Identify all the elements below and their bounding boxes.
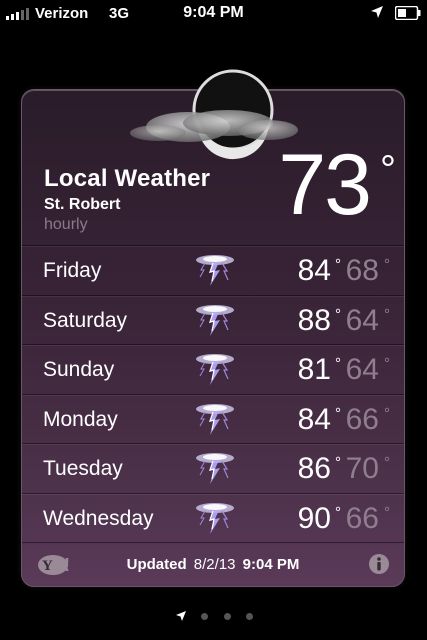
high-degree-symbol: ° xyxy=(335,503,341,521)
updated-label: Updated xyxy=(126,556,187,573)
forecast-low: 64 xyxy=(345,353,379,387)
page-dot xyxy=(246,613,253,620)
forecast-row: Saturday 88 ° 64 ° xyxy=(22,294,404,345)
forecast-mode: hourly xyxy=(44,216,88,233)
forecast-low: 68 xyxy=(345,254,379,287)
low-degree-symbol: ° xyxy=(384,305,390,323)
forecast-high: 90 xyxy=(297,501,331,535)
low-degree-symbol: ° xyxy=(384,404,390,422)
page-indicator[interactable] xyxy=(0,607,427,627)
info-icon[interactable] xyxy=(368,553,390,575)
forecast-high: 84 xyxy=(297,254,331,287)
status-bar: Verizon 3G 9:04 PM xyxy=(0,0,427,28)
status-time: 9:04 PM xyxy=(183,4,244,21)
forecast-high: 88 xyxy=(297,303,331,337)
high-degree-symbol: ° xyxy=(335,256,341,273)
high-degree-symbol: ° xyxy=(335,454,341,472)
forecast-list: Friday 84 ° 68 ° Saturday 88 ° 64 ° Sund… xyxy=(22,245,404,543)
current-temperature: 73 xyxy=(278,137,372,233)
forecast-high: 81 xyxy=(297,353,331,387)
forecast-row: Wednesday 90 ° 66 ° xyxy=(22,492,404,543)
forecast-low: 64 xyxy=(345,303,379,337)
high-degree-symbol: ° xyxy=(335,355,341,373)
high-degree-symbol: ° xyxy=(335,404,341,422)
forecast-day: Friday xyxy=(43,259,102,282)
thunderstorm-icon xyxy=(195,502,235,535)
thunderstorm-icon xyxy=(195,353,235,386)
forecast-low: 66 xyxy=(345,402,379,436)
updated-timestamp: Updated 8/2/13 9:04 PM xyxy=(22,556,404,573)
forecast-low: 70 xyxy=(345,452,379,486)
forecast-row: Friday 84 ° 68 ° xyxy=(22,245,404,295)
thunderstorm-icon xyxy=(195,303,235,337)
forecast-day: Wednesday xyxy=(43,506,154,530)
widget-footer: Y ! Updated 8/2/13 9:04 PM xyxy=(22,542,404,586)
page-dot xyxy=(224,613,231,620)
low-degree-symbol: ° xyxy=(384,503,390,521)
high-degree-symbol: ° xyxy=(335,305,341,323)
forecast-high: 86 xyxy=(297,452,331,486)
thunderstorm-icon xyxy=(195,452,235,485)
location-page-icon xyxy=(176,611,186,621)
low-degree-symbol: ° xyxy=(384,355,390,373)
page-dot xyxy=(201,613,208,620)
location-name: St. Robert xyxy=(44,196,121,213)
forecast-row: Sunday 81 ° 64 ° xyxy=(22,344,404,394)
widget-title: Local Weather xyxy=(44,165,211,192)
thunderstorm-icon xyxy=(195,403,235,436)
battery-icon xyxy=(395,6,421,20)
low-degree-symbol: ° xyxy=(384,454,390,472)
forecast-day: Monday xyxy=(43,407,118,431)
current-degree-symbol: ° xyxy=(380,148,396,192)
forecast-low: 66 xyxy=(345,501,379,535)
location-arrow-icon xyxy=(371,6,383,18)
forecast-day: Saturday xyxy=(43,308,128,332)
weather-widget[interactable]: Local Weather St. Robert hourly 73 ° Fri… xyxy=(21,69,405,587)
forecast-day: Tuesday xyxy=(43,457,123,481)
updated-date: 8/2/13 xyxy=(193,556,236,573)
updated-time: 9:04 PM xyxy=(242,556,300,573)
thunderstorm-icon xyxy=(195,254,235,287)
forecast-high: 84 xyxy=(297,402,331,436)
forecast-row: Monday 84 ° 66 ° xyxy=(22,393,404,444)
forecast-day: Sunday xyxy=(43,358,115,382)
low-degree-symbol: ° xyxy=(384,256,390,273)
forecast-row: Tuesday 86 ° 70 ° xyxy=(22,443,404,493)
